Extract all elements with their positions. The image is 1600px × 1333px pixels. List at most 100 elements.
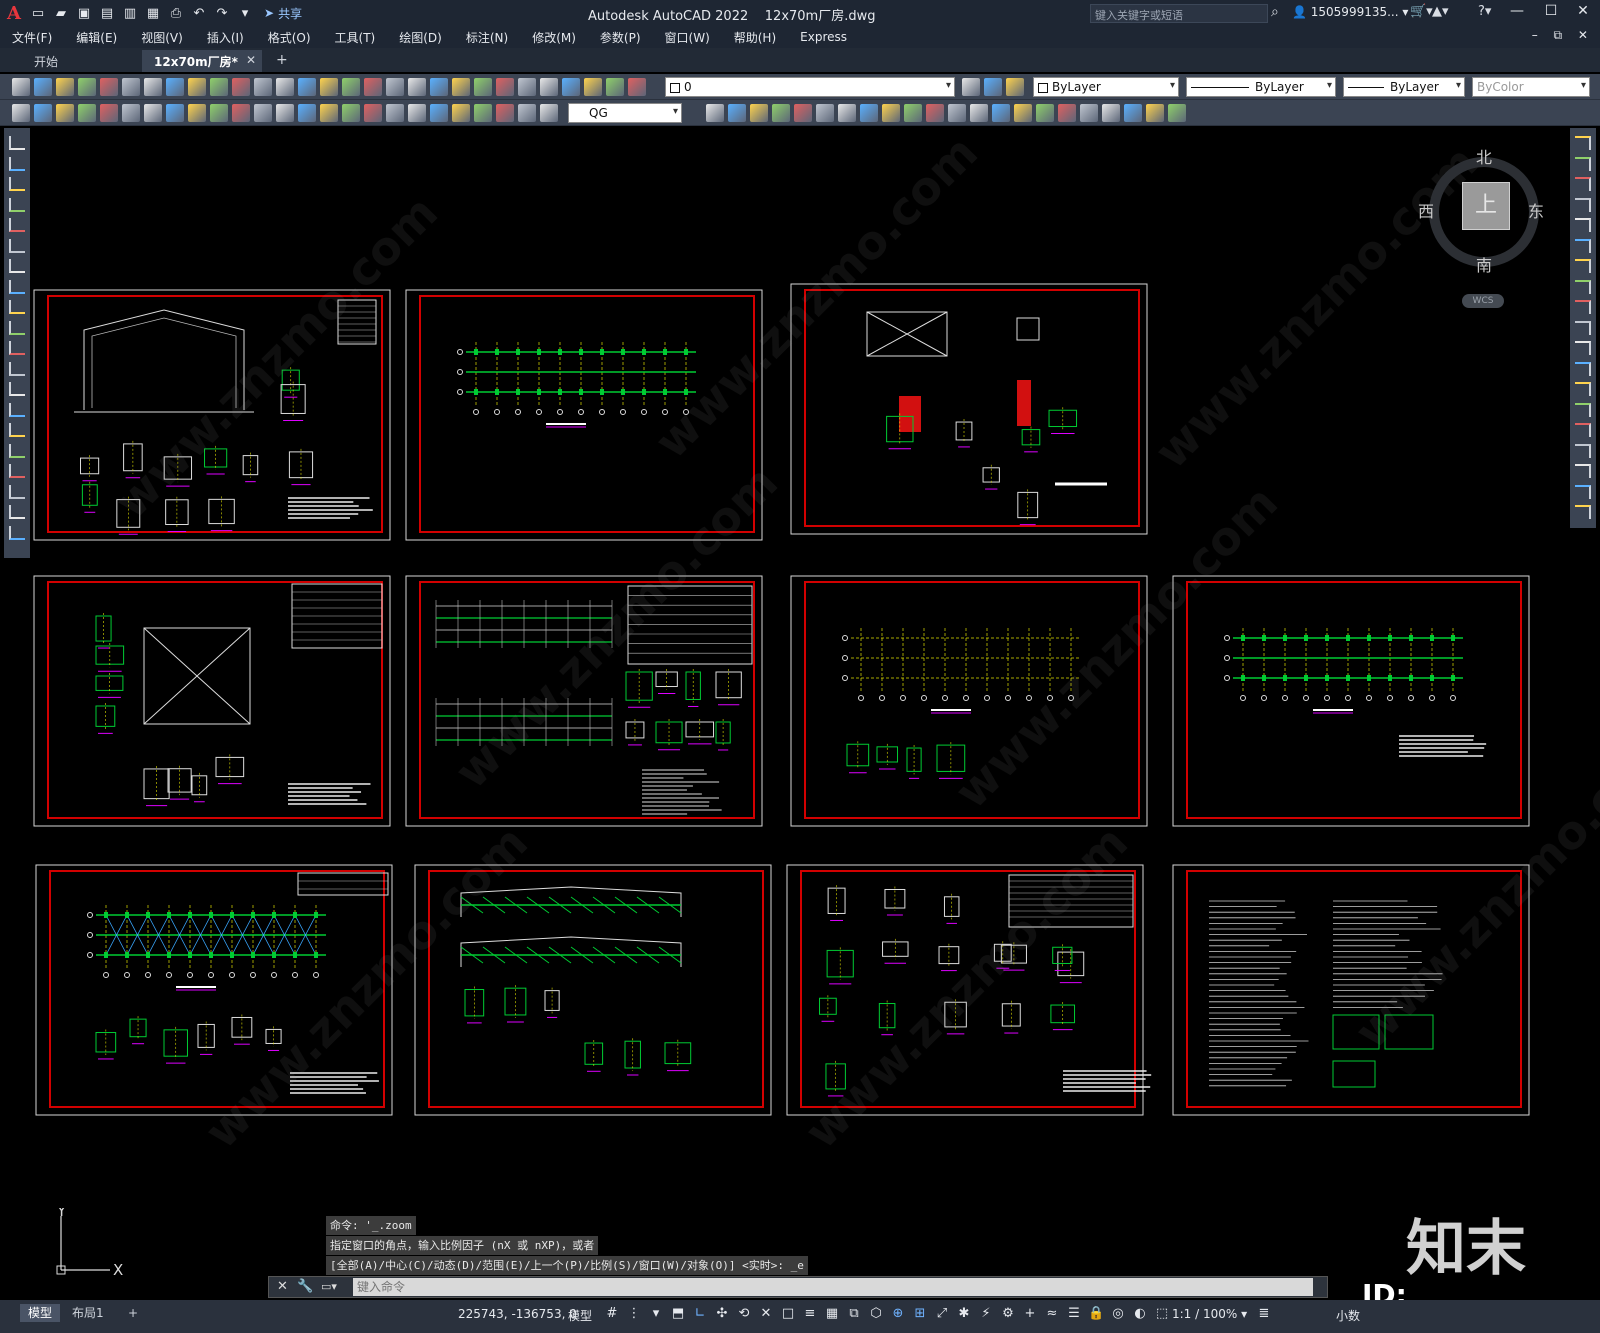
compass-south[interactable]: 南 [1476, 252, 1492, 276]
markup-icon[interactable] [452, 78, 470, 96]
attribute-icon[interactable] [750, 104, 768, 122]
add-layout-button[interactable]: + [120, 1304, 146, 1322]
plot-preview-icon[interactable]: ▦ [143, 3, 163, 23]
menu-file[interactable]: 文件(F) [12, 29, 52, 46]
undo-icon[interactable] [232, 78, 250, 96]
aligned-dimension-icon[interactable] [496, 104, 514, 122]
menu-tools[interactable]: 工具(T) [335, 29, 376, 46]
explode-icon[interactable] [1575, 484, 1591, 499]
polygon-icon[interactable] [9, 197, 25, 212]
mirror-icon[interactable] [1575, 177, 1591, 191]
jogged-icon[interactable] [122, 104, 140, 122]
solid-icon[interactable] [860, 104, 878, 122]
line-icon[interactable] [9, 136, 25, 150]
layer-dropdown[interactable]: 0 ▾ [665, 77, 955, 97]
calculator-icon[interactable] [474, 78, 492, 96]
text-icon[interactable] [1036, 104, 1054, 122]
dynamic-ucs-icon[interactable]: ⊕ [890, 1306, 906, 1322]
sheet-set-icon[interactable] [430, 78, 448, 96]
copy-icon[interactable] [166, 78, 184, 96]
paste-icon[interactable] [188, 78, 206, 96]
close-button[interactable]: ✕ [1572, 3, 1594, 23]
diameter-icon[interactable] [144, 104, 162, 122]
gradient-icon[interactable] [9, 443, 25, 458]
arc-length-icon[interactable] [518, 104, 536, 122]
ordinate-icon[interactable] [78, 104, 96, 122]
menu-express[interactable]: Express [800, 30, 847, 44]
ellipse-icon[interactable] [9, 320, 25, 335]
jogged-linear-icon[interactable] [364, 104, 382, 122]
arc-length-icon[interactable] [56, 104, 74, 122]
group-icon[interactable] [816, 104, 834, 122]
linetype-dropdown[interactable]: ByLayer ▾ [1186, 77, 1336, 97]
grid-icon[interactable]: # [604, 1306, 620, 1322]
trim-icon[interactable] [1575, 320, 1591, 335]
menu-draw[interactable]: 绘图(D) [399, 29, 442, 46]
command-recent-icon[interactable]: ▭▾ [321, 1280, 337, 1293]
design-center-icon[interactable] [386, 78, 404, 96]
3d-osnap-icon[interactable]: ⬡ [868, 1306, 884, 1322]
redo-icon[interactable]: ↷ [212, 3, 232, 23]
quick-properties-icon[interactable]: ☰ [1066, 1306, 1082, 1322]
compass-west[interactable]: 西 [1418, 198, 1434, 222]
layout-tab-layout1[interactable]: 布局1 [64, 1304, 112, 1322]
properties-icon[interactable] [364, 78, 382, 96]
maximize-button[interactable]: ☐ [1540, 3, 1562, 23]
new-tab-button[interactable]: + [276, 52, 288, 68]
customize-icon[interactable]: ≣ [1256, 1306, 1272, 1322]
isolate-icon[interactable]: ◎ [1110, 1306, 1126, 1322]
leader-icon[interactable] [1168, 104, 1186, 122]
hardware-acceleration-icon[interactable]: ◐ [1132, 1306, 1148, 1322]
multiline-leader-icon[interactable] [1146, 104, 1164, 122]
add-selected-icon[interactable] [9, 525, 25, 540]
hatch-icon[interactable] [9, 423, 25, 437]
region-icon[interactable] [882, 104, 900, 122]
join-icon[interactable] [1575, 402, 1591, 417]
menu-dimension[interactable]: 标注(N) [466, 29, 508, 46]
angular-icon[interactable] [166, 104, 184, 122]
move-icon[interactable] [1575, 238, 1591, 253]
dim-break-icon[interactable] [276, 104, 294, 122]
menu-parametric[interactable]: 参数(P) [600, 29, 641, 46]
new-icon[interactable] [12, 78, 30, 96]
snap-icon[interactable]: ⋮ [626, 1306, 642, 1322]
revision-cloud-icon[interactable] [9, 279, 25, 294]
polar-icon[interactable]: ✣ [714, 1306, 730, 1322]
compass-east[interactable]: 东 [1528, 198, 1544, 222]
dynamic-input-icon[interactable]: ⬒ [670, 1306, 686, 1322]
object-snap-tracking-icon[interactable]: ✕ [758, 1306, 774, 1322]
cut-icon[interactable] [144, 78, 162, 96]
insert-block-icon[interactable] [9, 361, 25, 376]
wipeout-icon[interactable] [992, 104, 1010, 122]
units-icon[interactable]: ≈ [1044, 1306, 1060, 1322]
aligned-dimension-icon[interactable] [34, 104, 52, 122]
stretch-icon[interactable] [1575, 300, 1591, 314]
layer-state-icon[interactable] [540, 78, 558, 96]
autocad-logo-icon[interactable]: A [0, 0, 28, 26]
tolerance-icon[interactable] [298, 104, 316, 122]
layer-lock-icon[interactable] [606, 78, 624, 96]
linear-dimension-icon[interactable] [474, 104, 492, 122]
units-display[interactable]: 小数 [1336, 1307, 1360, 1324]
chamfer-icon[interactable] [1575, 423, 1591, 437]
dim-update-icon[interactable] [430, 104, 448, 122]
workspace-icon[interactable]: ⚙ [1000, 1306, 1016, 1322]
tab-start[interactable]: 开始 [22, 50, 70, 72]
layer-freeze-icon[interactable] [584, 78, 602, 96]
new-icon[interactable]: ▭ [28, 3, 48, 23]
viewcube[interactable]: 上 北 南 东 西 [1418, 148, 1544, 275]
spline-icon[interactable] [9, 300, 25, 314]
revcloud-icon[interactable] [1014, 104, 1032, 122]
cursor-coordinates[interactable]: 225743, -136753, 0 [458, 1307, 577, 1321]
fillet-icon[interactable] [1575, 443, 1591, 458]
undo-icon[interactable]: ↶ [189, 3, 209, 23]
saveas-icon[interactable]: ▤ [97, 3, 117, 23]
search-input[interactable]: 键入关键字或短语 [1090, 4, 1268, 23]
offset-icon[interactable] [1575, 197, 1591, 212]
break-at-point-icon[interactable] [1575, 361, 1591, 376]
plotstyle-dropdown[interactable]: ByColor ▾ [1472, 77, 1590, 97]
layer-on-icon[interactable] [562, 78, 580, 96]
infer-icon[interactable]: ▾ [648, 1306, 664, 1322]
pan-icon[interactable] [276, 78, 294, 96]
block-icon[interactable] [706, 104, 724, 122]
